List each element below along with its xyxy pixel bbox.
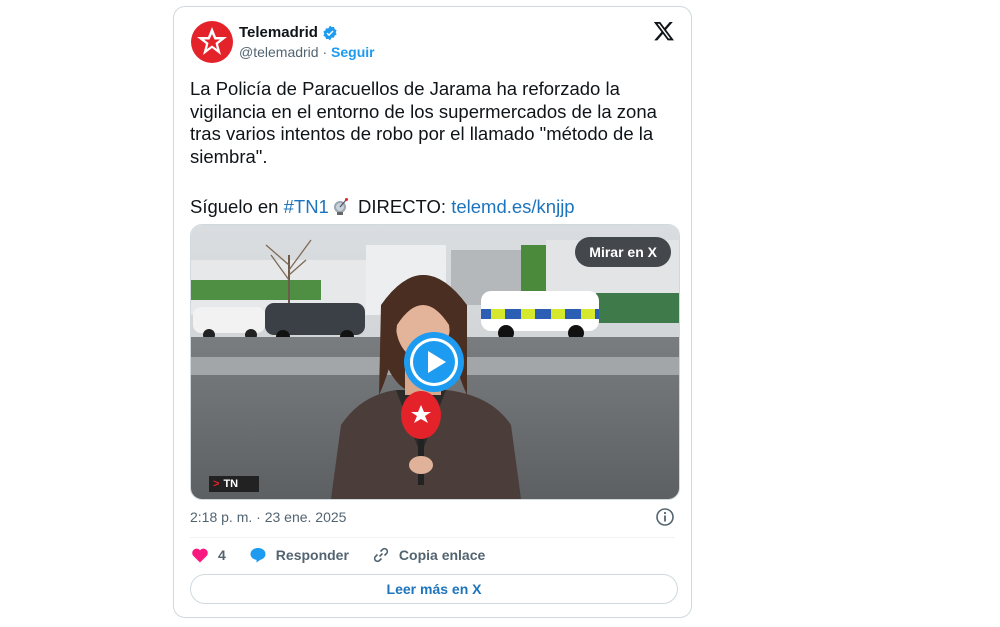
tweet-card: Telemadrid @telemadrid · Seguir La Polic…	[173, 6, 692, 618]
reply-action[interactable]: Responder	[248, 545, 349, 565]
account-name[interactable]: Telemadrid	[239, 24, 318, 41]
verified-badge-icon	[323, 25, 337, 40]
x-logo-icon[interactable]	[653, 20, 675, 42]
account-handle[interactable]: @telemadrid	[239, 44, 319, 60]
divider	[190, 537, 675, 538]
handle-row: @telemadrid · Seguir	[239, 44, 375, 60]
hashtag-link[interactable]: #TN1	[284, 196, 329, 217]
follow-line: Síguelo en #TN1 DIRECTO: telemd.es/knjjp	[190, 196, 575, 218]
like-action[interactable]: 4	[190, 545, 226, 565]
reply-label: Responder	[275, 547, 349, 563]
live-label: DIRECTO:	[358, 196, 447, 217]
tweet-text: La Policía de Paracuellos de Jarama ha r…	[190, 78, 663, 167]
reply-bubble-icon	[250, 548, 266, 563]
satellite-antenna-icon	[333, 198, 348, 215]
copy-link-action[interactable]: Copia enlace	[371, 545, 485, 565]
follow-prefix: Síguelo en	[190, 196, 279, 217]
info-icon[interactable]	[655, 507, 675, 527]
heart-icon	[192, 548, 208, 563]
tn-channel-badge: > TN	[209, 476, 259, 492]
action-bar: 4 Responder Copia enlace	[190, 545, 507, 565]
account-name-row: Telemadrid	[239, 24, 338, 41]
link-icon	[373, 547, 389, 563]
play-button-icon[interactable]	[403, 331, 465, 393]
live-link[interactable]: telemd.es/knjjp	[451, 196, 574, 217]
read-more-button[interactable]: Leer más en X	[190, 574, 678, 604]
tweet-timestamp[interactable]: 2:18 p. m. · 23 ene. 2025	[190, 509, 346, 525]
badge-text: TN	[223, 478, 239, 490]
watch-on-x-button[interactable]: Mirar en X	[575, 237, 671, 267]
copy-link-label: Copia enlace	[398, 547, 486, 563]
handle-separator: ·	[322, 44, 328, 60]
follow-button[interactable]: Seguir	[331, 44, 375, 60]
badge-arrow: >	[213, 478, 220, 490]
video-media[interactable]: Mirar en X > TN	[190, 224, 680, 500]
telemadrid-avatar[interactable]	[191, 21, 233, 63]
like-count: 4	[218, 547, 226, 563]
